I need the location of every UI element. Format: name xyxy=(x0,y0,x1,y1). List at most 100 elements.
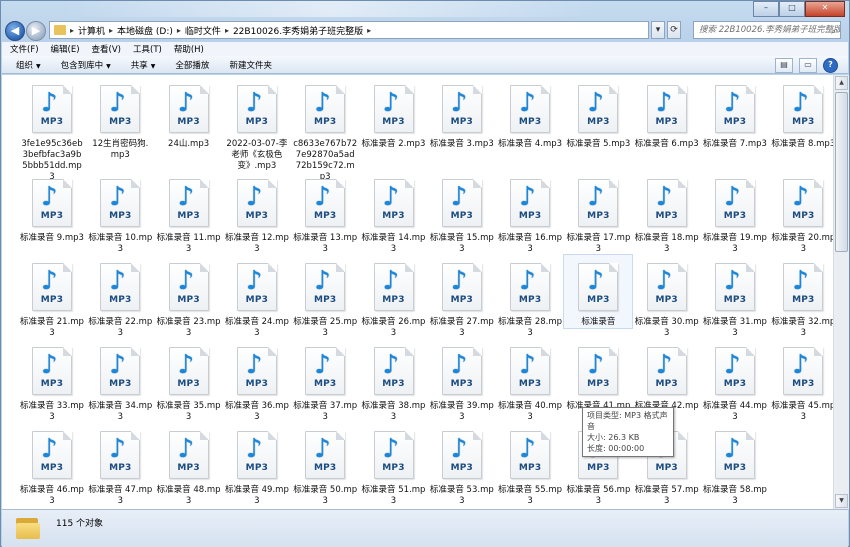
file-item[interactable]: ♪ MP3 标准录音 53.mp3 xyxy=(428,423,496,507)
forward-button[interactable]: ▶ xyxy=(26,21,46,41)
file-item[interactable]: ♪ MP3 标准录音 58.mp3 xyxy=(701,423,769,507)
file-item[interactable]: ♪ MP3 标准录音 25.mp3 xyxy=(291,255,359,339)
file-name: 标准录音 3.mp3 xyxy=(429,139,494,149)
mp3-file-icon: ♪MP3 xyxy=(783,179,824,227)
menu-edit[interactable]: 编辑(E) xyxy=(51,43,80,55)
file-item[interactable]: ♪ MP3 标准录音 21.mp3 xyxy=(18,255,86,339)
file-name: 标准录音 18.mp3 xyxy=(634,233,699,254)
music-note-icon: ♪ xyxy=(109,182,126,212)
menu-view[interactable]: 查看(V) xyxy=(92,43,121,55)
file-item[interactable]: ♪ MP3 标准录音 44.mp3 xyxy=(701,339,769,423)
file-item[interactable]: ♪ MP3 标准录音 24.mp3 xyxy=(223,255,291,339)
file-item[interactable]: ♪ MP3 标准录音 14.mp3 xyxy=(360,171,428,255)
close-button[interactable]: ✕ xyxy=(805,1,845,17)
breadcrumb-segment[interactable]: 计算机 xyxy=(75,24,108,37)
vertical-scrollbar[interactable]: ▲ ▼ xyxy=(833,75,849,509)
file-item[interactable]: ♪ MP3 标准录音 18.mp3 xyxy=(633,171,701,255)
file-item[interactable]: ♪ MP3 2022-03-07-李老师《玄极色变》.mp3 xyxy=(223,77,291,172)
change-view-icon[interactable]: ▤ xyxy=(775,58,793,73)
mp3-file-icon: ♪MP3 xyxy=(578,179,619,227)
status-bar: 115 个对象 xyxy=(2,509,848,547)
file-item[interactable]: ♪ MP3 标准录音 50.mp3 xyxy=(291,423,359,507)
share-button[interactable]: 共享 ▼ xyxy=(131,59,156,71)
file-type-label: MP3 xyxy=(518,117,542,127)
file-item[interactable]: ♪ MP3 标准录音 30.mp3 xyxy=(633,255,701,339)
file-item[interactable]: ♪ MP3 标准录音 7.mp3 xyxy=(701,77,769,150)
new-folder-button[interactable]: 新建文件夹 xyxy=(229,59,272,71)
file-item[interactable]: ♪ MP3 3fe1e95c36eb3befbfac3a9b5bbb51dd.mp3 xyxy=(18,77,86,183)
file-item[interactable]: ♪ MP3 标准录音 39.mp3 xyxy=(428,339,496,423)
menu-help[interactable]: 帮助(H) xyxy=(174,43,204,55)
breadcrumb-segment[interactable]: 22B10026.李秀娟弟子班完整版 xyxy=(230,24,366,37)
file-item[interactable]: ♪ MP3 标准录音 37.mp3 xyxy=(291,339,359,423)
file-item[interactable]: ♪ MP3 标准录音 17.mp3 xyxy=(564,171,632,255)
scroll-up-icon[interactable]: ▲ xyxy=(835,76,848,90)
file-item[interactable]: ♪ MP3 标准录音 48.mp3 xyxy=(155,423,223,507)
back-button[interactable]: ◀ xyxy=(5,21,25,41)
file-item[interactable]: ♪ MP3 标准录音 22.mp3 xyxy=(86,255,154,339)
file-item[interactable]: ♪ MP3 标准录音 40.mp3 xyxy=(496,339,564,423)
mp3-file-icon: ♪MP3 xyxy=(646,179,687,227)
file-item[interactable]: ♪ MP3 标准录音 xyxy=(563,254,634,329)
file-item[interactable]: ♪ MP3 标准录音 6.mp3 xyxy=(633,77,701,150)
file-item[interactable]: ♪ MP3 标准录音 13.mp3 xyxy=(291,171,359,255)
file-item[interactable]: ♪ MP3 标准录音 5.mp3 xyxy=(564,77,632,150)
file-item[interactable]: ♪ MP3 标准录音 35.mp3 xyxy=(155,339,223,423)
file-item[interactable]: ♪ MP3 标准录音 26.mp3 xyxy=(360,255,428,339)
file-item[interactable]: ♪ MP3 标准录音 12.mp3 xyxy=(223,171,291,255)
file-item[interactable]: ♪ MP3 标准录音 3.mp3 xyxy=(428,77,496,150)
file-item[interactable]: ♪ MP3 标准录音 8.mp3 xyxy=(769,77,833,150)
search-input[interactable]: 搜索 22B10026.李秀娟弟子班完整版 ⌕ xyxy=(693,21,841,39)
file-item[interactable]: ♪ MP3 c8633e767b727e92870a5ad72b159c72.mp3 xyxy=(291,77,359,183)
file-item[interactable]: ♪ MP3 标准录音 33.mp3 xyxy=(18,339,86,423)
file-item[interactable]: ♪ MP3 标准录音 46.mp3 xyxy=(18,423,86,507)
file-item[interactable]: ♪ MP3 标准录音 51.mp3 xyxy=(360,423,428,507)
refresh-icon[interactable]: ⟳ xyxy=(667,21,681,39)
file-item[interactable]: ♪ MP3 标准录音 36.mp3 xyxy=(223,339,291,423)
file-item[interactable]: ♪ MP3 标准录音 16.mp3 xyxy=(496,171,564,255)
file-item[interactable]: ♪ MP3 标准录音 10.mp3 xyxy=(86,171,154,255)
file-item[interactable]: ♪ MP3 标准录音 45.mp3 xyxy=(769,339,833,423)
scroll-down-icon[interactable]: ▼ xyxy=(835,494,848,508)
file-item[interactable]: ♪ MP3 标准录音 32.mp3 xyxy=(769,255,833,339)
music-note-icon: ♪ xyxy=(245,434,263,464)
file-item[interactable]: ♪ MP3 标准录音 23.mp3 xyxy=(155,255,223,339)
play-all-button[interactable]: 全部播放 xyxy=(175,59,209,71)
include-in-library-button[interactable]: 包含到库中 ▼ xyxy=(61,59,111,71)
file-item[interactable]: ♪ MP3 标准录音 55.mp3 xyxy=(496,423,564,507)
file-type-label: MP3 xyxy=(450,463,473,473)
file-item[interactable]: ♪ MP3 标准录音 28.mp3 xyxy=(496,255,564,339)
preview-pane-icon[interactable]: ▭ xyxy=(799,58,817,73)
breadcrumb-segment[interactable]: 临时文件 xyxy=(182,24,224,37)
scroll-thumb[interactable] xyxy=(835,92,848,252)
file-item[interactable]: ♪ MP3 标准录音 2.mp3 xyxy=(360,77,428,150)
file-item[interactable]: ♪ MP3 标准录音 20.mp3 xyxy=(769,171,833,255)
address-bar[interactable]: ▸ 计算机 ▸ 本地磁盘 (D:) ▸ 临时文件 ▸ 22B10026.李秀娟弟… xyxy=(49,21,649,39)
minimize-button[interactable]: – xyxy=(753,1,779,17)
file-name: 标准录音 45.mp3 xyxy=(771,401,833,422)
history-dropdown-icon[interactable]: ▾ xyxy=(651,21,665,39)
file-name: 标准录音 37.mp3 xyxy=(293,401,358,422)
file-item[interactable]: ♪ MP3 标准录音 27.mp3 xyxy=(428,255,496,339)
file-item[interactable]: ♪ MP3 标准录音 47.mp3 xyxy=(86,423,154,507)
file-item[interactable]: ♪ MP3 12生肖密码狗.mp3 xyxy=(86,77,154,161)
breadcrumb-segment[interactable]: 本地磁盘 (D:) xyxy=(114,24,176,37)
file-item[interactable]: ♪ MP3 标准录音 31.mp3 xyxy=(701,255,769,339)
file-item[interactable]: ♪ MP3 标准录音 15.mp3 xyxy=(428,171,496,255)
file-item[interactable]: ♪ MP3 标准录音 4.mp3 xyxy=(496,77,564,150)
maximize-button[interactable]: □ xyxy=(779,1,805,17)
file-item[interactable]: ♪ MP3 标准录音 19.mp3 xyxy=(701,171,769,255)
file-item[interactable]: ♪ MP3 标准录音 38.mp3 xyxy=(360,339,428,423)
file-type-label: MP3 xyxy=(40,295,64,305)
file-item[interactable]: ♪ MP3 标准录音 9.mp3 xyxy=(18,171,86,244)
menu-tools[interactable]: 工具(T) xyxy=(133,43,162,55)
file-item[interactable]: ♪ MP3 24山.mp3 xyxy=(155,77,223,150)
organize-button[interactable]: 组织 ▼ xyxy=(16,59,41,71)
file-item[interactable]: ♪ MP3 标准录音 34.mp3 xyxy=(86,339,154,423)
menu-file[interactable]: 文件(F) xyxy=(10,43,39,55)
help-icon[interactable]: ? xyxy=(823,58,838,73)
file-item[interactable]: ♪ MP3 标准录音 11.mp3 xyxy=(155,171,223,255)
mp3-file-icon: ♪MP3 xyxy=(168,347,209,395)
file-name: 标准录音 56.mp3 xyxy=(566,485,631,506)
file-item[interactable]: ♪ MP3 标准录音 49.mp3 xyxy=(223,423,291,507)
